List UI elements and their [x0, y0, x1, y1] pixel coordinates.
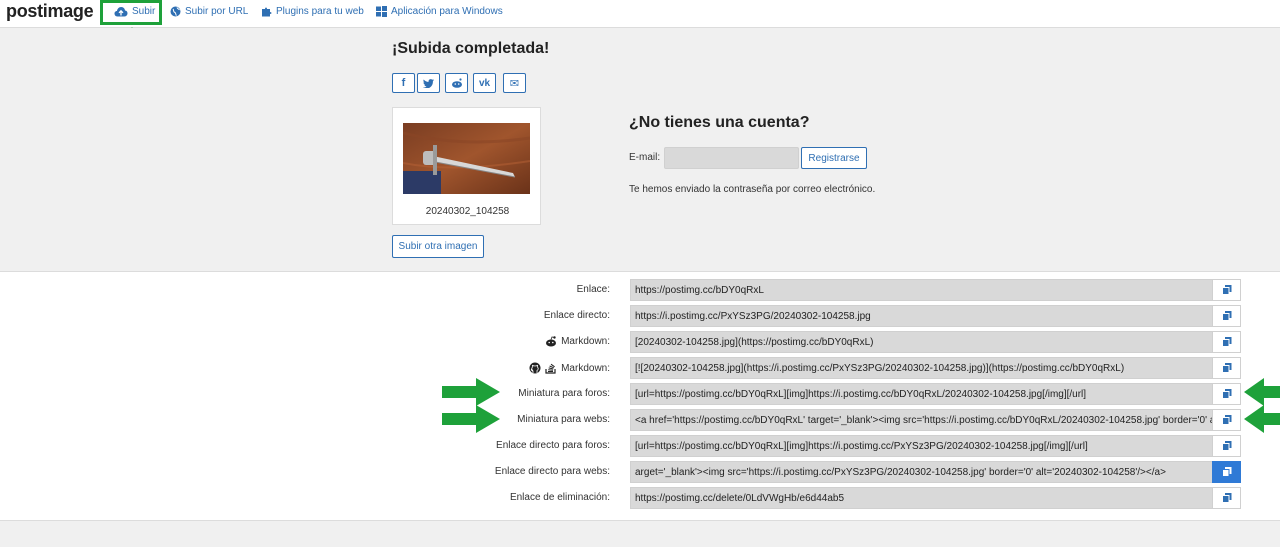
nav-subir-por-url-label: Subir por URL [185, 6, 249, 17]
uploaded-image-thumbnail[interactable] [403, 123, 530, 194]
copy-button[interactable] [1212, 357, 1241, 379]
link-field[interactable]: arget='_blank'><img src='https://i.posti… [630, 461, 1213, 483]
copy-icon [1221, 493, 1231, 503]
share-facebook-button[interactable]: f [392, 73, 415, 93]
upload-result-panel: ¡Subida completada! f vk ✉ 20240302_1042… [0, 28, 1280, 272]
postimage-logo[interactable]: postimage [6, 1, 94, 22]
share-reddit-button[interactable] [445, 73, 468, 93]
copy-button[interactable] [1212, 331, 1241, 353]
page-title: ¡Subida completada! [392, 40, 550, 57]
thumbnail-caption: 20240302_104258 [425, 206, 510, 217]
twitter-icon [423, 78, 434, 88]
link-field[interactable]: https://postimg.cc/bDY0qRxL [630, 279, 1213, 301]
share-vk-button[interactable]: vk [473, 73, 496, 93]
stackoverflow-icon [545, 363, 556, 374]
copy-icon [1221, 337, 1231, 347]
link-row-markdown-github: Markdown: [![20240302-104258.jpg](https:… [0, 357, 1280, 379]
copy-icon [1221, 415, 1231, 425]
copy-button[interactable] [1212, 305, 1241, 327]
annotation-arrow-right-icon [442, 405, 500, 433]
register-button[interactable]: Registrarse [801, 147, 867, 169]
windows-icon [376, 6, 387, 17]
share-email-button[interactable]: ✉ [503, 73, 526, 93]
facebook-icon: f [401, 77, 406, 89]
annotation-highlight-box [100, 0, 162, 25]
nav-subir-por-url[interactable]: Subir por URL [170, 6, 248, 17]
reddit-icon [451, 78, 462, 88]
link-row-enlace-directo: Enlace directo: https://i.postimg.cc/PxY… [0, 305, 1280, 327]
nav-plugins[interactable]: Plugins para tu web [261, 6, 364, 17]
password-sent-message: Te hemos enviado la contraseña por corre… [629, 184, 876, 195]
link-label: Enlace directo para foros: [496, 440, 610, 451]
copy-button[interactable] [1212, 409, 1241, 431]
link-field[interactable]: [url=https://postimg.cc/bDY0qRxL][img]ht… [630, 383, 1213, 405]
link-field[interactable]: [20240302-104258.jpg](https://postimg.cc… [630, 331, 1213, 353]
thumbnail-card: 20240302_104258 [392, 107, 541, 225]
reddit-icon [546, 336, 557, 347]
link-label: Enlace de eliminación: [509, 492, 610, 503]
annotation-arrow-left-icon [1244, 405, 1280, 433]
nav-plugins-label: Plugins para tu web [276, 6, 364, 17]
account-prompt-title: ¿No tienes una cuenta? [629, 114, 810, 131]
top-navbar: postimage Subir Subir por URL Plugins pa… [0, 0, 1280, 28]
link-row-enlace: Enlace: https://postimg.cc/bDY0qRxL [0, 279, 1280, 301]
footer-area [0, 521, 1280, 547]
link-label: Miniatura para foros: [518, 388, 610, 399]
link-label: Markdown: [529, 362, 610, 374]
share-links-section: Enlace: https://postimg.cc/bDY0qRxL Enla… [0, 272, 1280, 521]
link-field[interactable]: https://i.postimg.cc/PxYSz3PG/20240302-1… [630, 305, 1213, 327]
copy-icon [1221, 285, 1231, 295]
copy-icon [1221, 389, 1231, 399]
link-row-markdown-reddit: Markdown: [20240302-104258.jpg](https://… [0, 331, 1280, 353]
link-row-enlace-directo-foros: Enlace directo para foros: [url=https://… [0, 435, 1280, 457]
copy-button[interactable] [1212, 383, 1241, 405]
share-twitter-button[interactable] [417, 73, 440, 93]
copy-icon [1221, 363, 1231, 373]
link-label: Markdown: [545, 336, 610, 347]
link-field[interactable]: [![20240302-104258.jpg](https://i.postim… [630, 357, 1213, 379]
nav-windows-app-label: Aplicación para Windows [391, 6, 503, 17]
copy-button[interactable] [1212, 461, 1241, 483]
copy-button[interactable] [1212, 435, 1241, 457]
globe-icon [170, 6, 181, 17]
email-field[interactable] [664, 147, 799, 169]
copy-icon [1221, 467, 1231, 477]
link-field[interactable]: [url=https://postimg.cc/bDY0qRxL][img]ht… [630, 435, 1213, 457]
link-field[interactable]: <a href='https://postimg.cc/bDY0qRxL' ta… [630, 409, 1213, 431]
email-label: E-mail: [629, 152, 661, 163]
copy-button[interactable] [1212, 487, 1241, 509]
link-label: Enlace: [576, 284, 610, 295]
email-icon: ✉ [509, 77, 520, 90]
link-row-miniatura-webs: Miniatura para webs: <a href='https://po… [0, 409, 1280, 431]
link-row-enlace-eliminacion: Enlace de eliminación: https://postimg.c… [0, 487, 1280, 509]
annotation-arrow-left-icon [1244, 378, 1280, 406]
link-label: Miniatura para webs: [517, 414, 610, 425]
link-row-miniatura-foros: Miniatura para foros: [url=https://posti… [0, 383, 1280, 405]
copy-icon [1221, 311, 1231, 321]
link-row-enlace-directo-webs: Enlace directo para webs: arget='_blank'… [0, 461, 1280, 483]
annotation-arrow-right-icon [442, 378, 500, 406]
copy-icon [1221, 441, 1231, 451]
upload-another-image-button[interactable]: Subir otra imagen [392, 235, 484, 258]
vk-icon: vk [478, 77, 491, 89]
puzzle-icon [262, 7, 272, 17]
github-icon [529, 362, 541, 374]
link-field[interactable]: https://postimg.cc/delete/0LdVWgHb/e6d44… [630, 487, 1213, 509]
nav-windows-app[interactable]: Aplicación para Windows [376, 6, 503, 17]
link-label: Enlace directo: [543, 310, 610, 321]
copy-button[interactable] [1212, 279, 1241, 301]
link-label: Enlace directo para webs: [494, 466, 610, 477]
